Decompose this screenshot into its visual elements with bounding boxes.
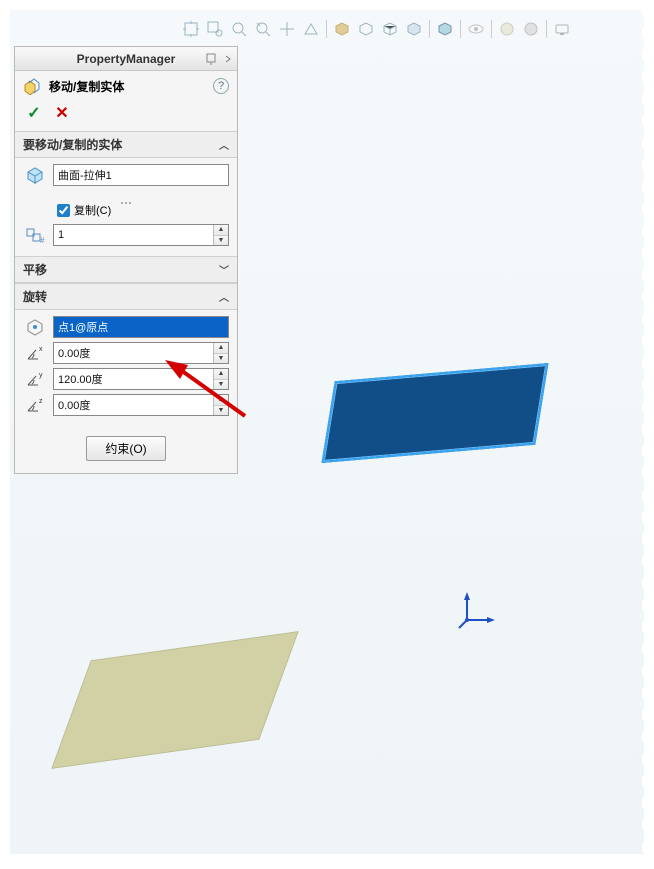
section-entities-body: 曲面-拉伸1 复制(C) # ▲▼ bbox=[15, 158, 237, 256]
view-settings-icon[interactable] bbox=[551, 18, 573, 40]
cancel-button[interactable]: ✕ bbox=[53, 103, 71, 123]
spin-down-icon[interactable]: ▼ bbox=[214, 406, 228, 416]
hide-show-icon[interactable] bbox=[465, 18, 487, 40]
section-rotate-body: 点1@原点 x ▲▼ y ▲▼ z bbox=[15, 310, 237, 426]
section-rotate-title: 旋转 bbox=[23, 288, 47, 305]
count-icon: # bbox=[23, 224, 47, 246]
shaded-icon[interactable] bbox=[403, 18, 425, 40]
pan-icon[interactable] bbox=[276, 18, 298, 40]
angle-z-field[interactable]: ▲▼ bbox=[53, 394, 229, 416]
property-manager-panel: PropertyManager 移动/复制实体 ? ✓ ✕ 要移动/复制的实体 … bbox=[14, 46, 238, 474]
zoom-dynamic-icon[interactable] bbox=[228, 18, 250, 40]
angle-z-input[interactable] bbox=[54, 395, 213, 415]
constraint-button[interactable]: 约束(O) bbox=[86, 436, 165, 461]
zoom-fit-icon[interactable] bbox=[180, 18, 202, 40]
view-toolbar bbox=[180, 18, 573, 40]
spin-down-icon[interactable]: ▼ bbox=[214, 380, 228, 390]
copy-count-field[interactable]: ▲▼ bbox=[53, 224, 229, 246]
copy-count-input[interactable] bbox=[54, 225, 213, 245]
ok-button[interactable]: ✓ bbox=[25, 103, 43, 123]
orientation-triad-icon bbox=[457, 590, 497, 630]
command-title: 移动/复制实体 bbox=[49, 78, 207, 95]
chevron-up-icon: ︿ bbox=[219, 289, 229, 304]
hidden-lines-icon[interactable] bbox=[355, 18, 377, 40]
section-view-icon[interactable] bbox=[300, 18, 322, 40]
nav-arrows-icon[interactable] bbox=[223, 52, 235, 66]
angle-y-field[interactable]: ▲▼ bbox=[53, 368, 229, 390]
section-translate-header[interactable]: 平移 ﹀ bbox=[15, 256, 237, 283]
chevron-down-icon: ﹀ bbox=[219, 262, 229, 277]
help-icon[interactable]: ? bbox=[213, 78, 229, 94]
section-translate-title: 平移 bbox=[23, 261, 47, 278]
appearance-icon[interactable] bbox=[496, 18, 518, 40]
section-entities-title: 要移动/复制的实体 bbox=[23, 136, 122, 153]
angle-x-input[interactable] bbox=[54, 343, 213, 363]
entity-list[interactable]: 曲面-拉伸1 bbox=[53, 164, 229, 186]
angle-x-field[interactable]: ▲▼ bbox=[53, 342, 229, 364]
rotate-reference-field[interactable]: 点1@原点 bbox=[53, 316, 229, 338]
display-style-icon[interactable] bbox=[331, 18, 353, 40]
panel-titlebar: PropertyManager bbox=[15, 47, 237, 71]
scene-icon[interactable] bbox=[520, 18, 542, 40]
model-surface-copy[interactable] bbox=[51, 631, 298, 769]
model-surface-selected[interactable] bbox=[322, 363, 549, 463]
svg-text:y: y bbox=[39, 372, 43, 379]
spin-down-icon[interactable]: ▼ bbox=[214, 236, 228, 246]
angle-x-icon: x bbox=[23, 342, 47, 364]
rotate-view-icon[interactable] bbox=[252, 18, 274, 40]
spin-down-icon[interactable]: ▼ bbox=[214, 354, 228, 364]
pin-icon[interactable] bbox=[205, 52, 219, 66]
body-icon bbox=[23, 164, 47, 186]
wireframe-icon[interactable] bbox=[379, 18, 401, 40]
panel-title: PropertyManager bbox=[77, 52, 176, 66]
spin-up-icon[interactable]: ▲ bbox=[214, 343, 228, 354]
confirm-row: ✓ ✕ bbox=[15, 101, 237, 131]
shaded-edges-icon[interactable] bbox=[434, 18, 456, 40]
section-entities-header[interactable]: 要移动/复制的实体 ︿ bbox=[15, 131, 237, 158]
spin-up-icon[interactable]: ▲ bbox=[214, 369, 228, 380]
resize-grip-icon[interactable] bbox=[23, 190, 229, 198]
rotate-reference-icon bbox=[23, 316, 47, 338]
svg-text:z: z bbox=[39, 398, 43, 405]
angle-y-input[interactable] bbox=[54, 369, 213, 389]
command-header: 移动/复制实体 ? bbox=[15, 71, 237, 101]
copy-label: 复制(C) bbox=[74, 202, 111, 218]
angle-y-icon: y bbox=[23, 368, 47, 390]
zoom-area-icon[interactable] bbox=[204, 18, 226, 40]
section-rotate-header[interactable]: 旋转 ︿ bbox=[15, 283, 237, 310]
move-copy-body-icon bbox=[23, 77, 43, 95]
copy-checkbox[interactable] bbox=[57, 204, 70, 217]
spin-up-icon[interactable]: ▲ bbox=[214, 395, 228, 406]
svg-text:#: # bbox=[40, 236, 45, 245]
svg-text:x: x bbox=[39, 346, 43, 353]
spin-up-icon[interactable]: ▲ bbox=[214, 225, 228, 236]
angle-z-icon: z bbox=[23, 394, 47, 416]
chevron-up-icon: ︿ bbox=[219, 137, 229, 152]
